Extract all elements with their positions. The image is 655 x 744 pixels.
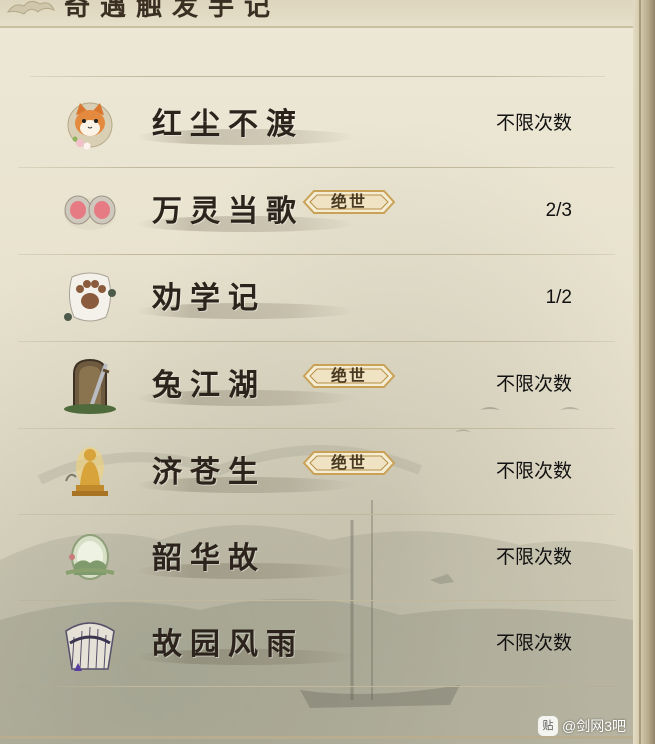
list-item[interactable]: 劝学记 1/2 — [18, 255, 615, 341]
watermark-text: @剑网3吧 — [562, 718, 626, 734]
list-item[interactable]: 红尘不渡 不限次数 — [18, 81, 615, 167]
list-item[interactable]: 万灵当歌 绝世 2/3 — [18, 168, 615, 254]
adventure-name: 劝学记 — [152, 281, 266, 316]
adventure-name: 红尘不渡 — [152, 107, 304, 142]
door-sword-icon — [64, 358, 116, 414]
adventure-name: 故园风雨 — [152, 627, 304, 662]
list-item[interactable]: 济苍生 绝世 不限次数 — [18, 429, 615, 515]
adventure-panel: 奇遇触发手记 红尘不渡 不限次数 万灵当歌 绝世 2/3 劝学记 1/2 兔江湖… — [0, 0, 655, 744]
trigger-count: 不限次数 — [495, 633, 572, 654]
folding-fan-icon — [65, 622, 115, 671]
badge-label: 绝世 — [330, 366, 367, 385]
trigger-count: 1/2 — [545, 287, 572, 308]
egg-landscape-icon — [65, 534, 115, 580]
trigger-count: 2/3 — [545, 200, 572, 221]
list-item[interactable]: 故园风雨 不限次数 — [18, 601, 615, 687]
buddha-icon — [65, 447, 108, 496]
list-item[interactable]: 韶华故 不限次数 — [18, 515, 615, 601]
right-frame — [633, 0, 655, 744]
mouse-ears-icon — [64, 195, 116, 230]
list-item[interactable]: 兔江湖 绝世 不限次数 — [18, 342, 615, 428]
rarity-badge: 绝世 — [302, 361, 396, 391]
badge-label: 绝世 — [330, 453, 367, 472]
cat-icon — [67, 102, 113, 150]
trigger-count: 不限次数 — [495, 374, 572, 395]
adventure-name: 济苍生 — [152, 455, 266, 490]
trigger-count: 不限次数 — [495, 547, 572, 568]
page-title: 奇遇触发手记 — [64, 0, 281, 22]
trigger-count: 不限次数 — [495, 113, 572, 134]
row-divider — [30, 76, 605, 77]
adventure-name: 万灵当歌 — [152, 194, 304, 229]
badge-label: 绝世 — [330, 192, 367, 211]
rarity-badge: 绝世 — [302, 448, 396, 478]
adventure-name: 韶华故 — [152, 541, 266, 576]
adventure-name: 兔江湖 — [152, 368, 266, 403]
paw-icon — [64, 272, 116, 322]
rarity-badge: 绝世 — [302, 187, 396, 217]
watermark: 贴 @剑网3吧 — [538, 714, 626, 738]
trigger-count: 不限次数 — [495, 461, 572, 482]
cloud-ornament-icon — [6, 0, 55, 15]
tieba-logo-icon: 贴 — [538, 716, 558, 736]
panel-header: 奇遇触发手记 — [0, 0, 633, 28]
